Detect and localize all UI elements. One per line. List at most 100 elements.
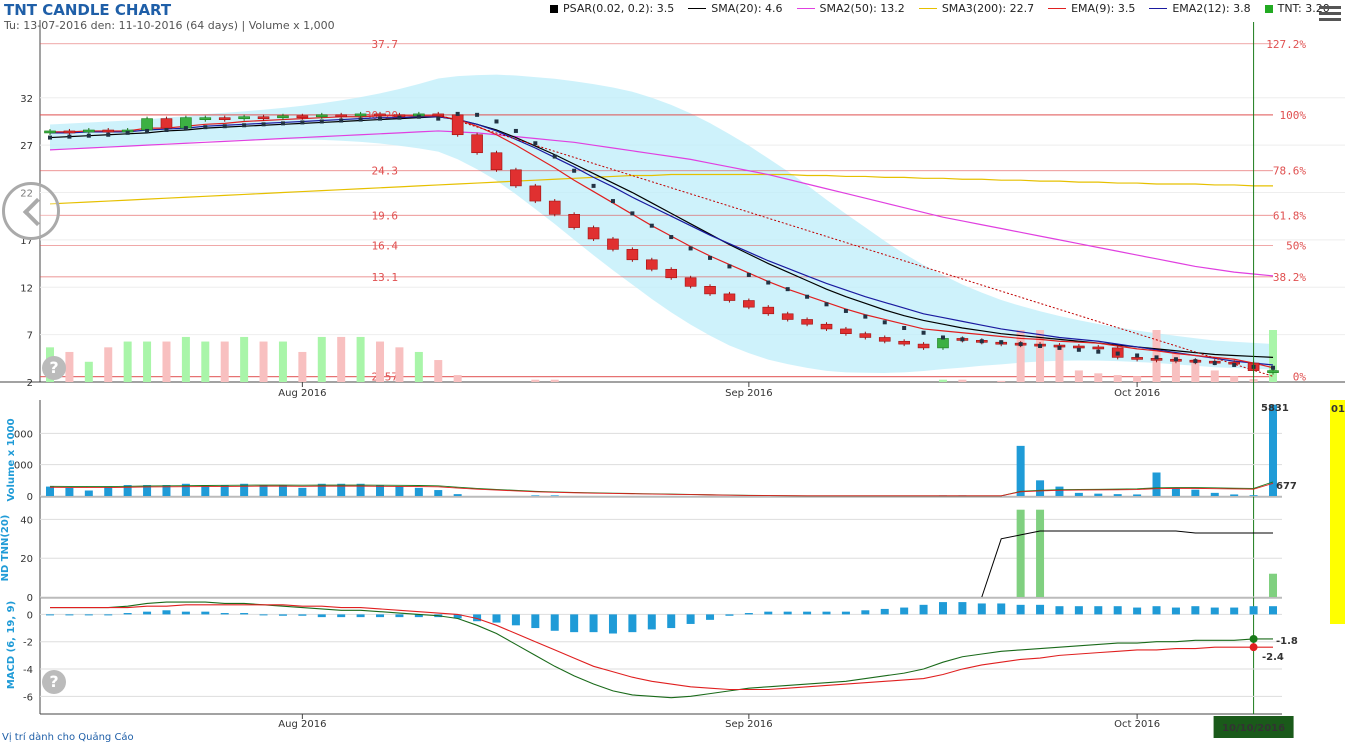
legend-item-2[interactable]: SMA2(50): 13.2 [796,2,905,15]
psar-dot [416,114,421,119]
candle-body [568,214,580,228]
candle-body [917,343,930,349]
psar-dot [455,111,460,116]
candle-body [510,169,522,187]
help-button-indicator[interactable]: ? [42,670,66,694]
bollinger-band [50,74,1273,373]
psar-dot [785,287,790,292]
legend-item-4[interactable]: EMA(9): 3.5 [1048,2,1135,15]
psar-dot [824,302,829,307]
price-volume-bar [65,351,74,382]
price-volume-bar [356,336,365,382]
fib-percent-label: 78.6% [1273,165,1306,178]
chart-title: TNT CANDLE CHART [4,1,172,19]
macd-hist-bar [628,614,637,633]
volume-bar [1152,472,1161,496]
price-volume-bar [1074,370,1083,382]
legend-swatch [1264,4,1273,13]
help-button-price[interactable]: ? [42,356,66,380]
macd-hist-bar [298,614,307,616]
price-tick-label: 32 [20,94,33,105]
candle-body [432,113,445,117]
back-arrow-button[interactable] [2,182,60,240]
fib-level-label: 16.4 [372,240,399,253]
candle-body [607,238,619,250]
macd-hist-bar [356,614,365,618]
psar-dot [649,223,654,228]
macd-hist-bar [65,614,74,616]
psar-dot [513,128,518,133]
macd-hist-bar [861,610,870,615]
macd-hist-bar [919,604,928,615]
macd-hist-bar [706,614,715,620]
candle-body [684,277,697,287]
price-volume-bar [220,341,229,382]
candle-body [335,114,347,118]
legend-item-3[interactable]: SMA3(200): 22.7 [918,2,1034,15]
psar-dot [494,119,499,124]
candle-body [587,227,600,240]
signal-last-label: -2.4 [1262,652,1284,663]
macd-hist-bar [181,611,190,615]
fib-level-label: 19.6 [372,209,399,222]
psar-dot [591,183,596,188]
nn-axis-label: ND TNN(20) [0,515,11,582]
candle-body [548,200,561,215]
macd-hist-bar [1094,606,1103,615]
volume-bar [1074,492,1083,496]
macd-hist-bar [647,614,656,630]
psar-dot [805,294,810,299]
candle-body [44,130,56,134]
psar-dot [552,154,557,159]
macd-hist-bar [317,614,326,618]
candle-body [1092,346,1105,350]
fib-level-label: 13.1 [372,271,399,284]
macd-hist-bar [1230,607,1239,615]
price-volume-bar [317,336,326,382]
psar-dot [902,326,907,330]
signal-last-dot [1249,643,1258,652]
volume-bar [84,490,93,496]
chart-menu-button[interactable] [1319,3,1341,23]
psar-dot [708,255,713,260]
price-volume-bar [1113,375,1122,382]
macd-hist-bar [938,602,947,615]
price-volume-bar [531,379,540,382]
candle-body [1267,370,1279,373]
macd-last-dot [1249,634,1258,643]
macd-hist-bar [492,614,501,623]
price-volume-bar [997,380,1006,382]
price-volume-bar [201,341,210,382]
psar-dot [1096,349,1101,354]
psar-dot [183,126,188,131]
legend-item-1[interactable]: SMA(20): 4.6 [688,2,783,15]
price-volume-bar [1094,373,1103,382]
fib-percent-label: 0% [1293,371,1307,384]
nn-tick-label: 40 [20,515,33,526]
legend-label: EMA2(12): 3.8 [1172,2,1251,15]
x-tick-label-bottom: Aug 2016 [278,719,326,730]
volume-bar [453,494,462,496]
price-volume-bar [278,341,287,382]
macd-hist-bar [1269,606,1277,615]
volume-bar [1113,494,1122,496]
price-volume-bar [337,336,346,382]
candle-body [723,293,736,301]
psar-dot [145,128,150,133]
macd-hist-bar [1113,606,1122,615]
nn-bar [1036,509,1045,597]
price-volume-bar [84,361,93,382]
fib-level-label: 37.7 [372,38,399,51]
macd-tick-label: 0 [27,610,33,621]
candle-body [781,313,794,320]
legend-item-0[interactable]: PSAR(0.02, 0.2): 3.5 [550,2,674,15]
price-volume-bar [1210,370,1219,382]
chart-canvas: 32272217127237.7127.2%30.20100%24.378.6%… [0,20,1345,738]
candle-body [937,338,949,349]
candle-body [820,323,833,330]
psar-dot [125,130,130,135]
legend-item-5[interactable]: EMA2(12): 3.8 [1149,2,1251,15]
psar-dot [319,119,324,124]
volume-bar [65,487,74,496]
candle-body [83,129,95,133]
